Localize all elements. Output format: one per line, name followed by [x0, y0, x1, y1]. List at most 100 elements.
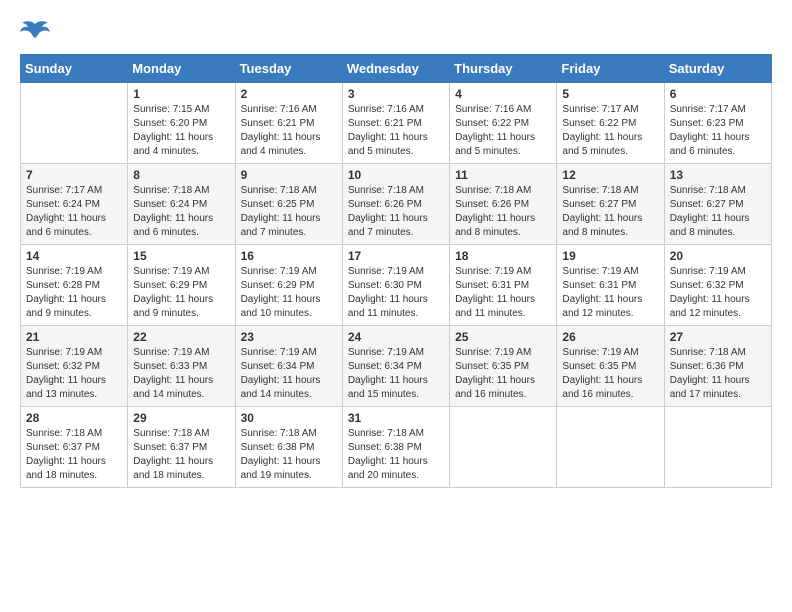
day-number: 10 [348, 168, 444, 182]
day-number: 6 [670, 87, 766, 101]
day-info: Sunrise: 7:19 AMSunset: 6:32 PMDaylight:… [670, 265, 766, 321]
day-number: 22 [133, 330, 229, 344]
calendar-cell: 22Sunrise: 7:19 AMSunset: 6:33 PMDayligh… [128, 326, 235, 407]
day-info: Sunrise: 7:18 AMSunset: 6:38 PMDaylight:… [348, 427, 444, 483]
day-info: Sunrise: 7:18 AMSunset: 6:27 PMDaylight:… [562, 184, 658, 240]
day-info: Sunrise: 7:17 AMSunset: 6:22 PMDaylight:… [562, 103, 658, 159]
col-header-wednesday: Wednesday [342, 55, 449, 83]
day-number: 23 [241, 330, 337, 344]
week-row-1: 1 Sunrise: 7:15 AMSunset: 6:20 PMDaylight… [21, 83, 772, 164]
col-header-monday: Monday [128, 55, 235, 83]
day-info: Sunrise: 7:18 AMSunset: 6:38 PMDaylight:… [241, 427, 337, 483]
calendar-cell: 1 Sunrise: 7:15 AMSunset: 6:20 PMDaylight… [128, 83, 235, 164]
day-number: 11 [455, 168, 551, 182]
calendar-cell: 20Sunrise: 7:19 AMSunset: 6:32 PMDayligh… [664, 245, 771, 326]
week-row-2: 7 Sunrise: 7:17 AMSunset: 6:24 PMDaylight… [21, 164, 772, 245]
calendar-cell [21, 83, 128, 164]
calendar-cell: 2 Sunrise: 7:16 AMSunset: 6:21 PMDaylight… [235, 83, 342, 164]
day-info: Sunrise: 7:16 AMSunset: 6:22 PMDaylight:… [455, 103, 551, 159]
calendar-cell: 29 Sunrise: 7:18 AMSunset: 6:37 PMDayligh… [128, 407, 235, 488]
day-number: 12 [562, 168, 658, 182]
day-number: 27 [670, 330, 766, 344]
day-number: 14 [26, 249, 122, 263]
calendar-cell: 14 Sunrise: 7:19 AMSunset: 6:28 PMDayligh… [21, 245, 128, 326]
day-number: 21 [26, 330, 122, 344]
day-number: 19 [562, 249, 658, 263]
day-info: Sunrise: 7:16 AMSunset: 6:21 PMDaylight:… [241, 103, 337, 159]
calendar-cell: 23 Sunrise: 7:19 AMSunset: 6:34 PMDayligh… [235, 326, 342, 407]
week-row-5: 28Sunrise: 7:18 AMSunset: 6:37 PMDayligh… [21, 407, 772, 488]
day-info: Sunrise: 7:18 AMSunset: 6:26 PMDaylight:… [455, 184, 551, 240]
day-number: 3 [348, 87, 444, 101]
calendar-cell: 18 Sunrise: 7:19 AMSunset: 6:31 PMDayligh… [450, 245, 557, 326]
calendar-cell [450, 407, 557, 488]
day-number: 16 [241, 249, 337, 263]
day-info: Sunrise: 7:15 AMSunset: 6:20 PMDaylight:… [133, 103, 229, 159]
day-number: 7 [26, 168, 122, 182]
day-number: 29 [133, 411, 229, 425]
day-info: Sunrise: 7:18 AMSunset: 6:25 PMDaylight:… [241, 184, 337, 240]
day-info: Sunrise: 7:17 AMSunset: 6:24 PMDaylight:… [26, 184, 122, 240]
calendar-cell: 31 Sunrise: 7:18 AMSunset: 6:38 PMDayligh… [342, 407, 449, 488]
header-row: SundayMondayTuesdayWednesdayThursdayFrid… [21, 55, 772, 83]
day-info: Sunrise: 7:19 AMSunset: 6:35 PMDaylight:… [562, 346, 658, 402]
day-info: Sunrise: 7:19 AMSunset: 6:29 PMDaylight:… [133, 265, 229, 321]
day-info: Sunrise: 7:18 AMSunset: 6:36 PMDaylight:… [670, 346, 766, 402]
day-number: 24 [348, 330, 444, 344]
calendar-cell [664, 407, 771, 488]
day-info: Sunrise: 7:19 AMSunset: 6:31 PMDaylight:… [455, 265, 551, 321]
day-info: Sunrise: 7:18 AMSunset: 6:37 PMDaylight:… [26, 427, 122, 483]
calendar-cell [557, 407, 664, 488]
day-number: 17 [348, 249, 444, 263]
calendar-cell: 7 Sunrise: 7:17 AMSunset: 6:24 PMDaylight… [21, 164, 128, 245]
day-number: 1 [133, 87, 229, 101]
calendar-cell: 16 Sunrise: 7:19 AMSunset: 6:29 PMDayligh… [235, 245, 342, 326]
col-header-friday: Friday [557, 55, 664, 83]
day-info: Sunrise: 7:19 AMSunset: 6:34 PMDaylight:… [348, 346, 444, 402]
day-info: Sunrise: 7:19 AMSunset: 6:29 PMDaylight:… [241, 265, 337, 321]
day-info: Sunrise: 7:18 AMSunset: 6:26 PMDaylight:… [348, 184, 444, 240]
calendar-cell: 17Sunrise: 7:19 AMSunset: 6:30 PMDayligh… [342, 245, 449, 326]
calendar-cell: 28Sunrise: 7:18 AMSunset: 6:37 PMDayligh… [21, 407, 128, 488]
week-row-3: 14 Sunrise: 7:19 AMSunset: 6:28 PMDayligh… [21, 245, 772, 326]
day-number: 18 [455, 249, 551, 263]
calendar-cell: 9 Sunrise: 7:18 AMSunset: 6:25 PMDaylight… [235, 164, 342, 245]
logo-bird-icon [20, 20, 50, 44]
calendar-cell: 4 Sunrise: 7:16 AMSunset: 6:22 PMDaylight… [450, 83, 557, 164]
calendar-cell: 25Sunrise: 7:19 AMSunset: 6:35 PMDayligh… [450, 326, 557, 407]
calendar-cell: 5 Sunrise: 7:17 AMSunset: 6:22 PMDaylight… [557, 83, 664, 164]
calendar-cell: 24 Sunrise: 7:19 AMSunset: 6:34 PMDayligh… [342, 326, 449, 407]
day-number: 2 [241, 87, 337, 101]
calendar-cell: 6 Sunrise: 7:17 AMSunset: 6:23 PMDaylight… [664, 83, 771, 164]
day-number: 5 [562, 87, 658, 101]
day-info: Sunrise: 7:19 AMSunset: 6:32 PMDaylight:… [26, 346, 122, 402]
day-info: Sunrise: 7:19 AMSunset: 6:34 PMDaylight:… [241, 346, 337, 402]
col-header-tuesday: Tuesday [235, 55, 342, 83]
calendar-cell: 30Sunrise: 7:18 AMSunset: 6:38 PMDayligh… [235, 407, 342, 488]
day-number: 26 [562, 330, 658, 344]
day-number: 4 [455, 87, 551, 101]
day-info: Sunrise: 7:18 AMSunset: 6:37 PMDaylight:… [133, 427, 229, 483]
col-header-thursday: Thursday [450, 55, 557, 83]
day-number: 13 [670, 168, 766, 182]
calendar-cell: 11 Sunrise: 7:18 AMSunset: 6:26 PMDayligh… [450, 164, 557, 245]
day-number: 15 [133, 249, 229, 263]
day-number: 8 [133, 168, 229, 182]
page-header [20, 20, 772, 44]
calendar-cell: 3 Sunrise: 7:16 AMSunset: 6:21 PMDaylight… [342, 83, 449, 164]
col-header-sunday: Sunday [21, 55, 128, 83]
day-number: 9 [241, 168, 337, 182]
calendar-cell: 10 Sunrise: 7:18 AMSunset: 6:26 PMDayligh… [342, 164, 449, 245]
day-info: Sunrise: 7:19 AMSunset: 6:28 PMDaylight:… [26, 265, 122, 321]
day-info: Sunrise: 7:19 AMSunset: 6:35 PMDaylight:… [455, 346, 551, 402]
calendar-cell: 26 Sunrise: 7:19 AMSunset: 6:35 PMDayligh… [557, 326, 664, 407]
logo [20, 20, 54, 44]
day-info: Sunrise: 7:17 AMSunset: 6:23 PMDaylight:… [670, 103, 766, 159]
week-row-4: 21 Sunrise: 7:19 AMSunset: 6:32 PMDayligh… [21, 326, 772, 407]
calendar-cell: 27 Sunrise: 7:18 AMSunset: 6:36 PMDayligh… [664, 326, 771, 407]
day-number: 31 [348, 411, 444, 425]
col-header-saturday: Saturday [664, 55, 771, 83]
calendar-table: SundayMondayTuesdayWednesdayThursdayFrid… [20, 54, 772, 488]
day-info: Sunrise: 7:19 AMSunset: 6:31 PMDaylight:… [562, 265, 658, 321]
day-info: Sunrise: 7:16 AMSunset: 6:21 PMDaylight:… [348, 103, 444, 159]
